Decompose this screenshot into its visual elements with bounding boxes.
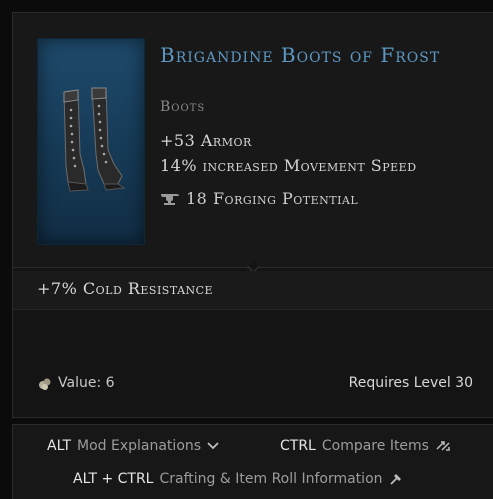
affix-cold-resistance: +7% Cold Resistance <box>37 279 214 298</box>
affix-row: +7% Cold Resistance <box>13 271 493 310</box>
boots-icon <box>63 87 126 192</box>
crafting-info-label: Crafting & Item Roll Information <box>159 471 383 487</box>
stat-armor: +53 Armor <box>160 131 252 150</box>
mod-explanations-label: Mod Explanations <box>77 438 202 454</box>
item-type: Boots <box>160 99 206 115</box>
compare-items-hint[interactable]: CTRL Compare Items <box>280 438 451 454</box>
alt-ctrl-key: ALT + CTRL <box>73 471 154 487</box>
item-image-frame <box>37 38 145 245</box>
item-name: Brigandine Boots of Frost <box>160 43 441 67</box>
compare-arrows-icon <box>436 441 450 451</box>
alt-key: ALT <box>47 438 72 454</box>
forging-potential: 18 Forging Potential <box>160 189 358 208</box>
level-requirement: Requires Level 30 <box>348 375 473 391</box>
compare-items-label: Compare Items <box>321 438 429 454</box>
item-value: Value: 6 <box>37 375 115 391</box>
key-hints-bar: ALT Mod Explanations CTRL Compare Items … <box>12 424 493 499</box>
anvil-icon <box>161 193 179 205</box>
mod-explanations-hint[interactable]: ALT Mod Explanations <box>47 438 219 454</box>
tooltip-header: Brigandine Boots of Frost Boots +53 Armo… <box>13 13 493 268</box>
item-tooltip: Brigandine Boots of Frost Boots +53 Armo… <box>12 12 493 418</box>
coin-pouch-icon <box>39 378 51 390</box>
stat-movement-speed: 14% increased Movement Speed <box>160 156 417 175</box>
crafting-info-hint[interactable]: ALT + CTRL Crafting & Item Roll Informat… <box>73 471 403 487</box>
chevron-down-icon <box>207 442 219 450</box>
forging-potential-text: 18 Forging Potential <box>186 189 359 208</box>
hammer-icon <box>389 474 401 485</box>
item-value-text: Value: 6 <box>58 375 115 391</box>
ctrl-key: CTRL <box>280 438 316 454</box>
